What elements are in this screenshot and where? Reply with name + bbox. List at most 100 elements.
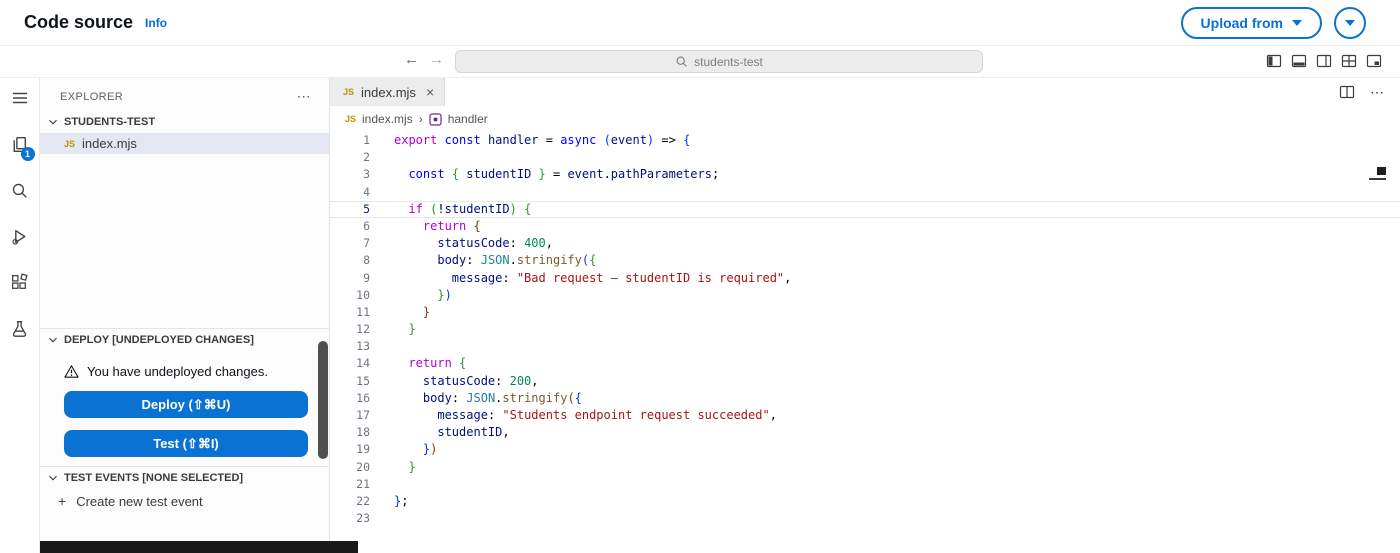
line-number: 9 xyxy=(363,270,370,285)
line-content[interactable]: return { xyxy=(370,218,481,235)
code-line-7[interactable]: 7 statusCode: 400, xyxy=(330,235,1400,252)
toggle-panel-icon[interactable] xyxy=(1291,53,1307,69)
layout-controls xyxy=(1266,53,1382,69)
upload-from-label: Upload from xyxy=(1200,14,1283,31)
overview-ruler-mark xyxy=(1369,178,1386,180)
forward-arrow-icon[interactable]: → xyxy=(429,52,444,68)
run-debug-icon[interactable] xyxy=(9,225,31,247)
code-line-4[interactable]: 4 xyxy=(330,184,1400,201)
code-line-11[interactable]: 11 } xyxy=(330,304,1400,321)
line-number: 23 xyxy=(356,511,370,526)
code-line-23[interactable]: 23 xyxy=(330,510,1400,527)
code-line-19[interactable]: 19 }) xyxy=(330,441,1400,458)
code-line-15[interactable]: 15 statusCode: 200, xyxy=(330,373,1400,390)
breadcrumb-file[interactable]: index.mjs xyxy=(362,112,413,126)
code-line-20[interactable]: 20 } xyxy=(330,459,1400,476)
line-content[interactable]: message: "Students endpoint request succ… xyxy=(370,407,777,424)
breadcrumb-symbol[interactable]: handler xyxy=(448,112,488,126)
editor-grid-layout-icon[interactable] xyxy=(1341,53,1357,69)
menu-icon[interactable] xyxy=(9,87,31,109)
line-content[interactable]: export const handler = async (event) => … xyxy=(370,132,690,149)
code-line-5[interactable]: 5 if (!studentID) { xyxy=(330,200,1400,218)
warning-text: You have undeployed changes. xyxy=(87,363,268,379)
line-number: 14 xyxy=(356,356,370,371)
section-deploy[interactable]: DEPLOY [UNDEPLOYED CHANGES] xyxy=(40,329,329,351)
create-test-event[interactable]: + Create new test event xyxy=(58,491,329,511)
tab-index-mjs[interactable]: JS index.mjs × xyxy=(330,78,446,106)
editor-pane: JS index.mjs × ⋯ JS index.mjs › handler … xyxy=(330,78,1400,553)
code-line-12[interactable]: 12 } xyxy=(330,321,1400,338)
editor-more-actions-icon[interactable]: ⋯ xyxy=(1370,84,1384,101)
close-icon[interactable]: × xyxy=(426,84,434,100)
line-content[interactable]: const { studentID } = event.pathParamete… xyxy=(370,166,719,183)
code-line-21[interactable]: 21 xyxy=(330,476,1400,493)
breadcrumb-separator: › xyxy=(418,112,423,126)
section-students-test[interactable]: STUDENTS-TEST xyxy=(40,111,329,133)
js-file-icon: JS xyxy=(345,114,357,124)
line-number: 18 xyxy=(356,425,370,440)
code-line-18[interactable]: 18 studentID, xyxy=(330,424,1400,441)
sidebar-scrollbar[interactable] xyxy=(318,341,328,459)
line-number: 21 xyxy=(356,476,370,491)
file-item-index-mjs[interactable]: JS index.mjs xyxy=(40,133,329,154)
explorer-pane-header: EXPLORER ⋯ xyxy=(40,78,329,111)
toggle-secondary-sidebar-icon[interactable] xyxy=(1316,53,1332,69)
line-content[interactable]: } xyxy=(370,321,415,338)
code-line-17[interactable]: 17 message: "Students endpoint request s… xyxy=(330,407,1400,424)
collapse-panel-button[interactable] xyxy=(1334,6,1366,39)
overview-ruler-mark xyxy=(1377,167,1386,175)
line-content[interactable]: }) xyxy=(370,441,437,458)
code-line-2[interactable]: 2 xyxy=(330,149,1400,166)
line-content[interactable]: } xyxy=(370,304,430,321)
search-input[interactable]: students-test xyxy=(455,50,983,73)
line-content[interactable]: if (!studentID) { xyxy=(370,201,531,218)
undeployed-warning: You have undeployed changes. xyxy=(64,361,329,381)
lambda-code-source-page: Code source Info Upload from ← → student… xyxy=(0,0,1400,553)
upload-from-button[interactable]: Upload from xyxy=(1180,6,1322,39)
line-content[interactable]: statusCode: 200, xyxy=(370,373,539,390)
code-lines[interactable]: 1 export const handler = async (event) =>… xyxy=(330,132,1400,553)
code-line-8[interactable]: 8 body: JSON.stringify({ xyxy=(330,252,1400,269)
code-line-3[interactable]: 3 const { studentID } = event.pathParame… xyxy=(330,166,1400,183)
customize-layout-icon[interactable] xyxy=(1366,53,1382,69)
line-content[interactable]: }) xyxy=(370,287,451,304)
code-line-16[interactable]: 16 body: JSON.stringify({ xyxy=(330,390,1400,407)
extensions-icon[interactable] xyxy=(9,271,31,293)
search-sidebar-icon[interactable] xyxy=(9,179,31,201)
code-line-6[interactable]: 6 return { xyxy=(330,218,1400,235)
section-label: TEST EVENTS [NONE SELECTED] xyxy=(64,472,244,484)
line-content[interactable]: }; xyxy=(370,493,408,510)
code-line-10[interactable]: 10 }) xyxy=(330,287,1400,304)
line-content[interactable]: statusCode: 400, xyxy=(370,235,553,252)
line-content[interactable]: return { xyxy=(370,355,466,372)
test-flask-icon[interactable] xyxy=(9,317,31,339)
line-content[interactable]: studentID, xyxy=(370,424,509,441)
line-content[interactable]: body: JSON.stringify({ xyxy=(370,252,596,269)
toggle-primary-sidebar-icon[interactable] xyxy=(1266,53,1282,69)
line-number: 4 xyxy=(363,184,370,199)
code-line-14[interactable]: 14 return { xyxy=(330,355,1400,372)
explorer-more-actions-icon[interactable]: ⋯ xyxy=(297,88,311,105)
line-content[interactable]: } xyxy=(370,459,415,476)
info-link[interactable]: Info xyxy=(145,16,167,30)
test-button[interactable]: Test (⇧⌘I) xyxy=(64,430,308,457)
back-arrow-icon[interactable]: ← xyxy=(404,52,419,68)
tab-actions: ⋯ xyxy=(1339,78,1384,106)
section-label: DEPLOY [UNDEPLOYED CHANGES] xyxy=(64,334,254,346)
code-line-22[interactable]: 22}; xyxy=(330,493,1400,510)
line-content[interactable]: body: JSON.stringify({ xyxy=(370,390,582,407)
line-number: 16 xyxy=(356,390,370,405)
file-label: index.mjs xyxy=(82,136,137,151)
split-editor-icon[interactable] xyxy=(1339,84,1355,100)
activity-bar: 1 xyxy=(0,78,40,553)
page-title: Code source xyxy=(24,12,134,32)
code-line-9[interactable]: 9 message: "Bad request – studentID is r… xyxy=(330,270,1400,287)
page-header: Code source Info Upload from xyxy=(0,0,1400,46)
deploy-button[interactable]: Deploy (⇧⌘U) xyxy=(64,391,308,418)
section-test-events[interactable]: TEST EVENTS [NONE SELECTED] xyxy=(40,467,329,489)
line-content[interactable]: message: "Bad request – studentID is req… xyxy=(370,270,792,287)
code-line-13[interactable]: 13 xyxy=(330,338,1400,355)
explorer-files-icon[interactable]: 1 xyxy=(9,133,35,161)
code-line-1[interactable]: 1 export const handler = async (event) =>… xyxy=(330,132,1400,149)
breadcrumb: JS index.mjs › handler xyxy=(330,106,1400,132)
